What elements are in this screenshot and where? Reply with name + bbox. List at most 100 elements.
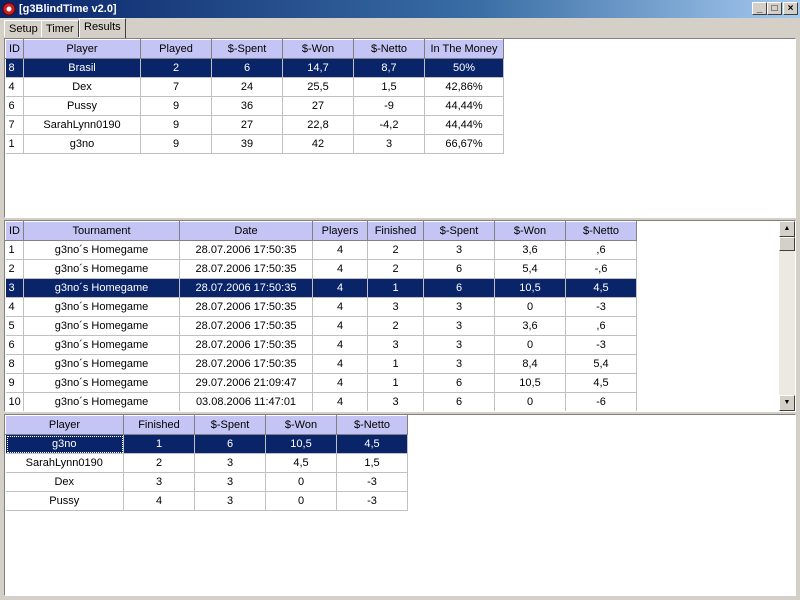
column-header[interactable]: Finished [367, 221, 424, 241]
table-cell: 1,5 [336, 453, 408, 473]
column-header[interactable]: $-Netto [353, 39, 425, 59]
column-header[interactable]: Tournament [23, 221, 180, 241]
table-cell: 28.07.2006 17:50:35 [179, 278, 313, 298]
table-cell: Brasil [23, 58, 141, 78]
table-row[interactable]: 1 g3no 9 39 42 3 66,67% [5, 134, 504, 154]
column-header[interactable]: $-Won [282, 39, 354, 59]
table-cell: 4,5 [565, 278, 637, 298]
table-cell: 66,67% [424, 134, 504, 154]
column-header[interactable]: Player [5, 415, 124, 435]
close-button[interactable]: × [783, 2, 798, 15]
table-cell: 0 [494, 392, 566, 411]
column-header[interactable]: $-Spent [211, 39, 283, 59]
table-cell: -3 [336, 472, 408, 492]
table-cell: 25,5 [282, 77, 354, 97]
column-header[interactable]: Finished [123, 415, 195, 435]
table-cell: 4 [312, 259, 368, 279]
table-cell: 39 [211, 134, 283, 154]
table-cell: 10 [5, 392, 24, 411]
column-header[interactable]: Player [23, 39, 141, 59]
table-cell: g3no´s Homegame [23, 392, 180, 411]
table-cell: 1 [367, 354, 424, 374]
table-cell: 0 [265, 491, 337, 511]
table-cell: 2 [140, 58, 212, 78]
table-cell: g3no [23, 134, 141, 154]
column-header[interactable]: $-Netto [565, 221, 637, 241]
column-header[interactable]: In The Money [424, 39, 504, 59]
table-row[interactable]: 8 Brasil 2 6 14,7 8,7 50% [5, 58, 504, 78]
table-cell: 28.07.2006 17:50:35 [179, 354, 313, 374]
tab-setup[interactable]: Setup [4, 20, 43, 37]
table-row[interactable]: 4 g3no´s Homegame 28.07.2006 17:50:35 4 3 3 0-… [5, 297, 637, 317]
table-cell: 9 [140, 96, 212, 116]
table-cell: 10,5 [494, 278, 566, 298]
table-cell: 4 [312, 240, 368, 260]
table-row[interactable]: 2 g3no´s Homegame 28.07.2006 17:50:35 4 2 6 5,… [5, 259, 637, 279]
table-cell: 36 [211, 96, 283, 116]
table-row[interactable]: g3no 1 6 10,5 4,5 [5, 434, 408, 454]
table-row[interactable]: Pussy 4 3 0 -3 [5, 491, 408, 511]
scroll-down-button[interactable]: ▼ [779, 395, 795, 411]
table-cell: 8,7 [353, 58, 425, 78]
details-panel: Player Finished $-Spent $-Won $-Netto g3no 1 6… [4, 414, 796, 596]
table-row[interactable]: 6 g3no´s Homegame 28.07.2006 17:50:35 4 3 3 0-… [5, 335, 637, 355]
table-row[interactable]: 6 Pussy 9 36 27 -9 44,44% [5, 96, 504, 116]
column-header[interactable]: $-Won [494, 221, 566, 241]
table-row[interactable]: 8 g3no´s Homegame 28.07.2006 17:50:35 4 1 3 8,… [5, 354, 637, 374]
column-header[interactable]: $-Netto [336, 415, 408, 435]
column-header[interactable]: $-Spent [423, 221, 495, 241]
column-header[interactable]: $-Won [265, 415, 337, 435]
column-header[interactable]: Played [140, 39, 212, 59]
tournaments-scrollbar[interactable]: ▲ ▼ [779, 221, 795, 411]
table-row[interactable]: 1 g3no´s Homegame 28.07.2006 17:50:35 4 2 3 3,… [5, 240, 637, 260]
table-row[interactable]: 3 g3no´s Homegame 28.07.2006 17:50:35 4 1 6 10… [5, 278, 637, 298]
players-panel: ID Player Played $-Spent $-Won $-Netto In The … [4, 38, 796, 218]
table-cell: 3 [423, 240, 495, 260]
arrow-down-icon: ▼ [783, 399, 791, 406]
table-cell: 4,5 [565, 373, 637, 393]
table-cell: 4 [312, 278, 368, 298]
tab-results[interactable]: Results [79, 18, 126, 38]
table-cell: 4 [312, 335, 368, 355]
poker-chip-icon [2, 2, 16, 16]
column-header[interactable]: ID [5, 39, 24, 59]
table-row[interactable]: 10 g3no´s Homegame 03.08.2006 11:47:01 4 3 6 0… [5, 392, 637, 411]
table-cell: 1,5 [353, 77, 425, 97]
players-header-row: ID Player Played $-Spent $-Won $-Netto In The … [5, 39, 504, 59]
tab-timer[interactable]: Timer [41, 20, 79, 37]
maximize-button[interactable]: □ [767, 2, 782, 15]
table-cell: Pussy [5, 491, 124, 511]
table-row[interactable]: 4 Dex 7 24 25,5 1,5 42,86% [5, 77, 504, 97]
table-cell: g3no´s Homegame [23, 354, 180, 374]
table-cell: 28.07.2006 17:50:35 [179, 259, 313, 279]
table-cell: 3 [423, 335, 495, 355]
table-cell: -3 [336, 491, 408, 511]
tournaments-panel: ID Tournament Date Players Finished $-Spent $-… [4, 220, 796, 412]
table-row[interactable]: Dex 3 3 0 -3 [5, 472, 408, 492]
scroll-thumb[interactable] [779, 237, 795, 251]
column-header[interactable]: Players [312, 221, 368, 241]
table-cell: 0 [265, 472, 337, 492]
table-cell: 10,5 [265, 434, 337, 454]
column-header[interactable]: $-Spent [194, 415, 266, 435]
table-row[interactable]: 7 SarahLynn0190 9 27 22,8 -4,2 44,44% [5, 115, 504, 135]
table-cell: 3,6 [494, 316, 566, 336]
table-row[interactable]: SarahLynn0190 2 3 4,5 1,5 [5, 453, 408, 473]
table-row[interactable]: 9 g3no´s Homegame 29.07.2006 21:09:47 4 1 6 10… [5, 373, 637, 393]
table-cell: 10,5 [494, 373, 566, 393]
table-cell: g3no´s Homegame [23, 373, 180, 393]
table-cell: 4 [312, 373, 368, 393]
scroll-up-button[interactable]: ▲ [779, 221, 795, 237]
table-cell: 42,86% [424, 77, 504, 97]
table-cell: 2 [5, 259, 24, 279]
column-header[interactable]: ID [5, 221, 24, 241]
maximize-icon: □ [771, 3, 778, 14]
table-cell: 27 [211, 115, 283, 135]
minimize-button[interactable]: _ [752, 2, 767, 15]
table-row[interactable]: 5 g3no´s Homegame 28.07.2006 17:50:35 4 2 3 3,… [5, 316, 637, 336]
column-header[interactable]: Date [179, 221, 313, 241]
details-header-row: Player Finished $-Spent $-Won $-Netto [5, 415, 408, 435]
table-cell: 3,6 [494, 240, 566, 260]
table-cell: 4 [312, 392, 368, 411]
table-cell: -,6 [565, 259, 637, 279]
